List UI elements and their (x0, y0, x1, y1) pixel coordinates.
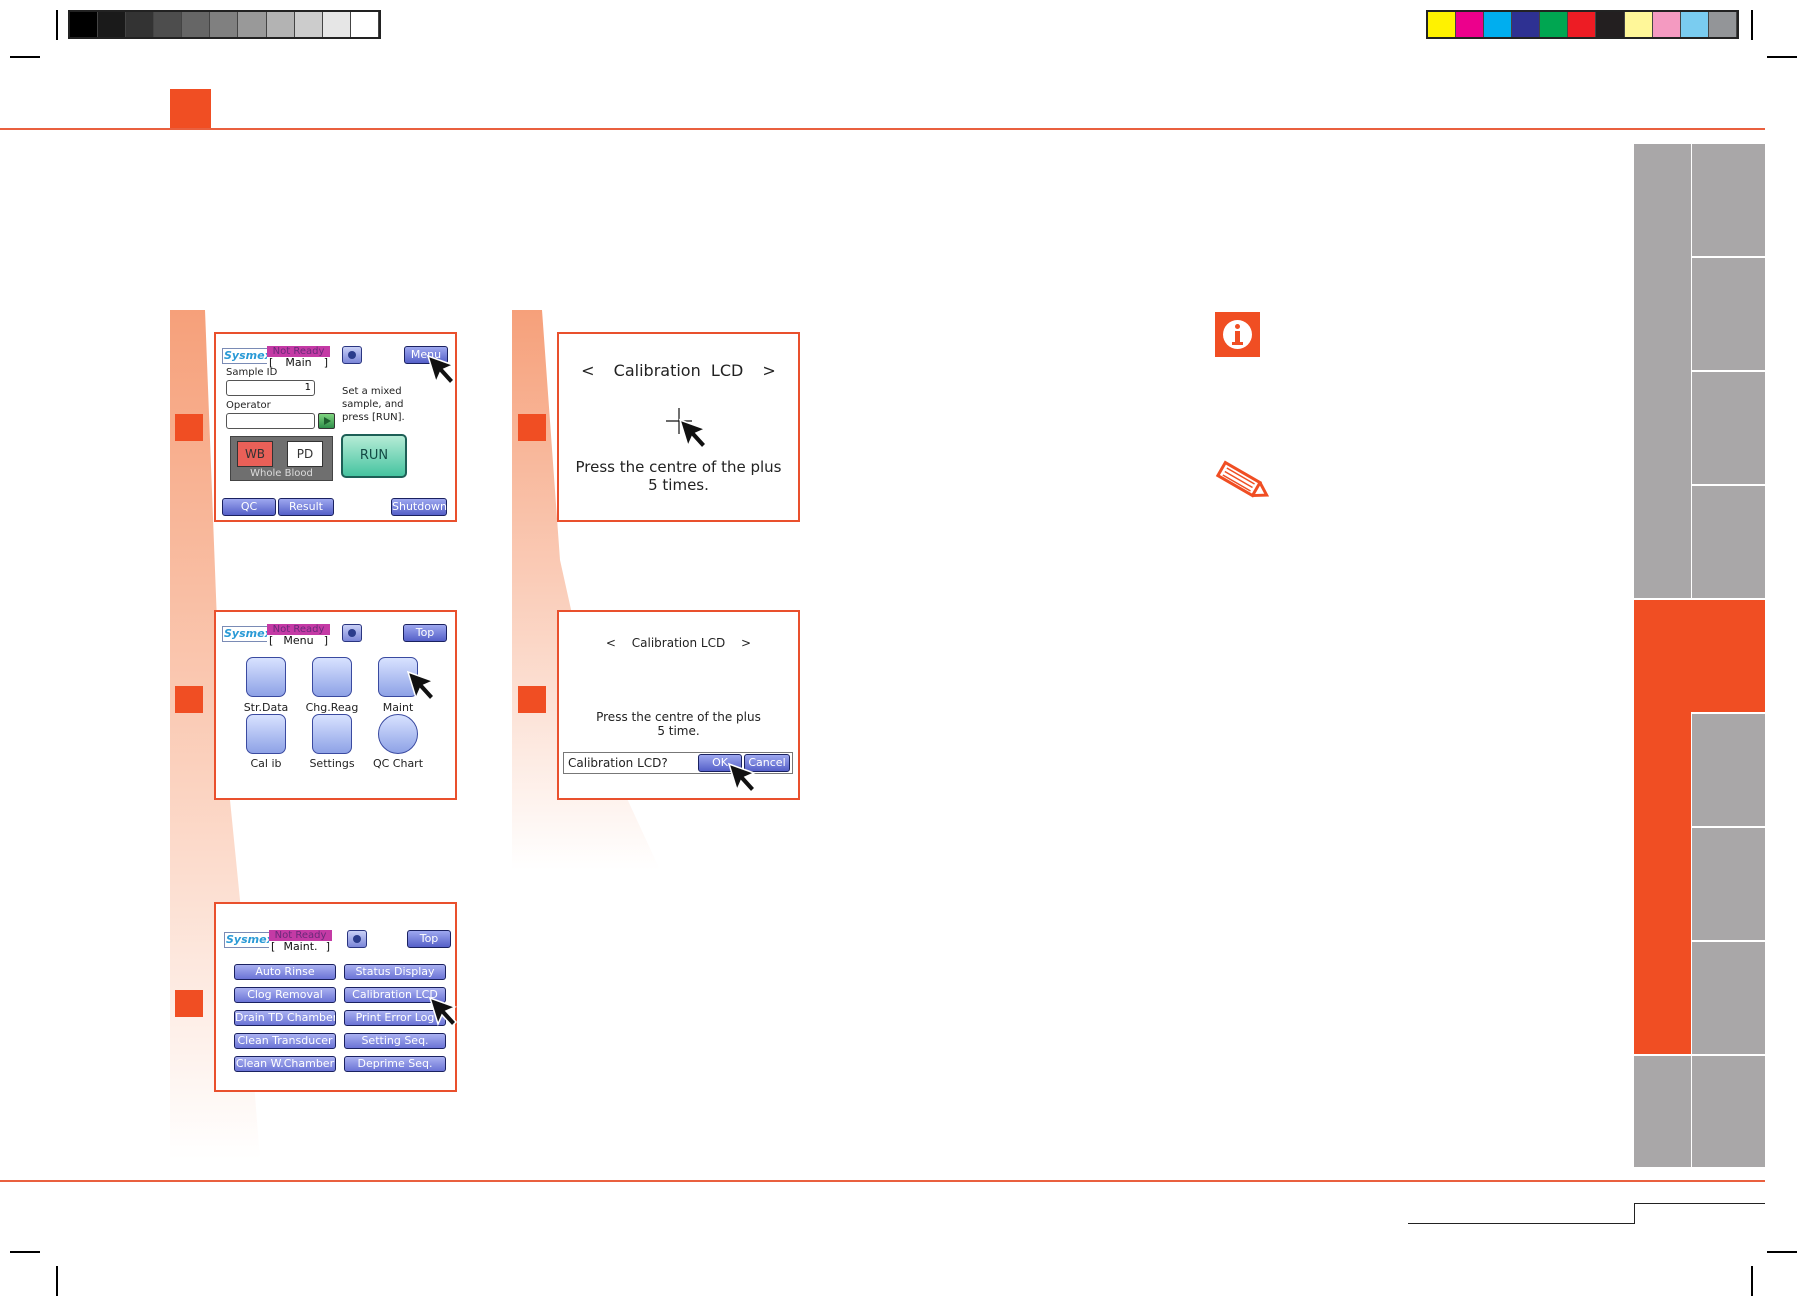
prev-arrow[interactable]: < (581, 361, 594, 380)
screen-maint-panel: Sysmex Not Ready [ Maint. ] Top Auto Rin… (214, 902, 458, 1092)
clean-w-chamber-button[interactable]: Clean W.Chamber (234, 1056, 336, 1072)
next-arrow[interactable]: > (762, 361, 775, 380)
menu-item-label: Str.Data (243, 701, 289, 714)
drain-td-chamber-button[interactable]: Drain TD Chamber (234, 1010, 336, 1026)
shutdown-button[interactable]: Shutdown (391, 498, 447, 516)
screen-calibration-panel: < Calibration LCD > Press the centre of … (557, 332, 800, 522)
sample-id-label: Sample ID (226, 367, 278, 378)
menu-item-label: Chg.Reag (305, 701, 359, 714)
bracket-close: ] (323, 634, 328, 647)
instruction-text: Set a mixed (342, 386, 402, 397)
step-marker (518, 414, 546, 441)
pointer-cursor-icon (426, 354, 456, 386)
calibration-title-bar: < Calibration LCD > (559, 361, 798, 381)
calibration-icon[interactable] (246, 714, 286, 754)
calibration-title-bar: < Calibration LCD > (559, 635, 798, 651)
deprime-seq-button[interactable]: Deprime Seq. (344, 1056, 446, 1072)
screen-title: [ Menu ] (267, 635, 330, 647)
pointer-cursor-icon (678, 418, 708, 450)
settings-icon[interactable] (312, 714, 352, 754)
screen-menu-panel: Sysmex Not Ready [ Menu ] Top Str.Data C… (214, 610, 457, 800)
bracket-open: [ (269, 634, 274, 647)
pointer-cursor-icon (727, 762, 757, 794)
sample-id-input[interactable]: 1 (226, 380, 315, 396)
pd-mode-button[interactable]: PD (287, 441, 323, 467)
mode-caption: Whole Blood (250, 468, 313, 479)
sysmex-logo: Sysmex (222, 626, 274, 642)
clog-removal-button[interactable]: Clog Removal (234, 987, 336, 1003)
pointer-cursor-icon (428, 996, 458, 1028)
qc-chart-icon[interactable] (378, 714, 418, 754)
menu-item-label: Settings (309, 757, 355, 770)
sysmex-logo: Sysmex (222, 348, 274, 364)
step-marker (175, 990, 203, 1017)
qc-button[interactable]: QC (222, 498, 276, 516)
clean-transducer-button[interactable]: Clean Transducer (234, 1033, 336, 1049)
help-globe-icon[interactable] (342, 346, 362, 364)
bracket-open: [ (271, 940, 276, 953)
sysmex-logo: Sysmex (224, 932, 276, 948)
mode-selector: WB PD Whole Blood (230, 436, 333, 481)
next-arrow[interactable]: > (741, 636, 751, 650)
top-button[interactable]: Top (403, 624, 447, 642)
wb-mode-button[interactable]: WB (237, 441, 273, 467)
operator-input[interactable] (226, 413, 315, 429)
confirm-prompt: Calibration LCD? (568, 756, 668, 770)
bracket-close: ] (323, 356, 328, 369)
prev-arrow[interactable]: < (606, 636, 616, 650)
step-marker (518, 686, 546, 713)
instruction-text: sample, and (342, 399, 404, 410)
calibration-instruction: 5 times. (648, 476, 709, 494)
auto-rinse-button[interactable]: Auto Rinse (234, 964, 336, 980)
calibration-title: Calibration LCD (613, 361, 744, 380)
setting-seq-button[interactable]: Setting Seq. (344, 1033, 446, 1049)
menu-item-label: QC Chart (372, 757, 424, 770)
bracket-close: ] (325, 940, 330, 953)
calibration-instruction: Press the centre of the plus (596, 710, 761, 724)
calibration-instruction: Press the centre of the plus (575, 458, 782, 476)
screen-title: [ Maint. ] (269, 941, 332, 953)
calibration-instruction: 5 time. (657, 724, 700, 738)
screen-name: Main (285, 356, 312, 369)
operator-select-button[interactable] (318, 413, 335, 429)
stored-data-icon[interactable] (246, 657, 286, 697)
run-button[interactable]: RUN (341, 434, 407, 478)
operator-label: Operator (226, 400, 271, 411)
screen-name: Menu (283, 634, 314, 647)
top-button[interactable]: Top (407, 930, 451, 948)
screen-main-panel: Sysmex Not Ready [ Main ] Menu Sample ID… (214, 332, 457, 522)
status-display-button[interactable]: Status Display (344, 964, 446, 980)
pencil-note-icon (1215, 460, 1270, 498)
result-button[interactable]: Result (278, 498, 334, 516)
step-marker (175, 414, 203, 441)
step-marker (175, 686, 203, 713)
help-globe-icon[interactable] (342, 624, 362, 642)
info-icon (1215, 312, 1260, 357)
instruction-text: press [RUN]. (342, 412, 405, 423)
screen-calibration-confirm-panel: < Calibration LCD > Press the centre of … (557, 610, 800, 800)
menu-item-label: Cal ib (250, 757, 282, 770)
pointer-cursor-icon (406, 670, 436, 702)
calibration-title: Calibration LCD (631, 636, 726, 650)
change-reagent-icon[interactable] (312, 657, 352, 697)
help-globe-icon[interactable] (347, 930, 367, 948)
screen-name: Maint. (283, 940, 318, 953)
play-arrow-icon (324, 417, 331, 425)
